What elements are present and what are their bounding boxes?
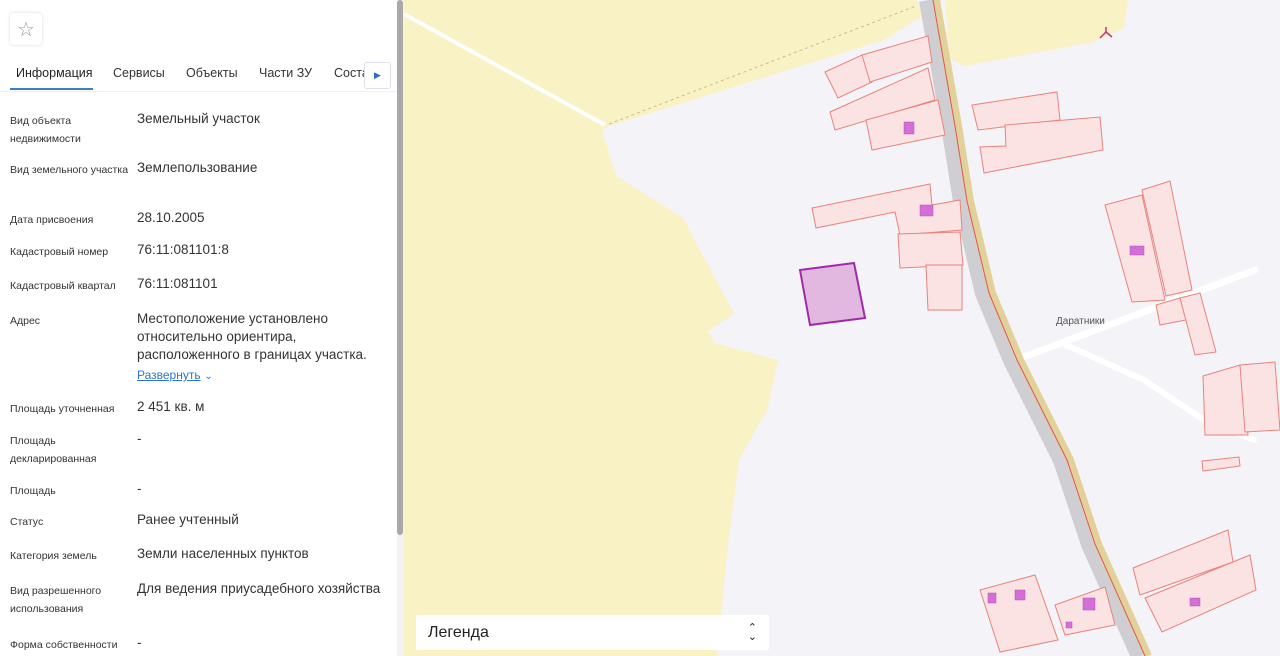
building: [1129, 245, 1145, 256]
tab-objects[interactable]: Объекты: [186, 66, 238, 80]
zone-yellow-top-right: [945, 0, 1128, 66]
info-panel: ☆ Информация Сервисы Объекты Части ЗУ Со…: [0, 0, 397, 656]
chevron-down-icon[interactable]: ⌄: [204, 371, 212, 382]
panel-scrollbar-thumb[interactable]: [397, 0, 403, 535]
map[interactable]: Даратники Легенда ⌃ ⌄: [404, 0, 1280, 656]
tab-info[interactable]: Информация: [16, 66, 93, 80]
map-canvas[interactable]: [404, 0, 1280, 656]
building: [987, 592, 997, 604]
building: [919, 204, 934, 217]
active-tab-indicator: [10, 88, 93, 90]
building: [1014, 589, 1026, 601]
zone-yellow-left: [404, 0, 924, 656]
star-icon: ☆: [17, 18, 35, 41]
parcel[interactable]: [979, 574, 1059, 653]
caret-right-icon: ▶: [374, 70, 381, 80]
building: [1189, 597, 1201, 607]
chevron-up-down-icon: ⌃ ⌄: [747, 621, 757, 643]
building: [1065, 621, 1073, 629]
parcel[interactable]: [925, 264, 963, 311]
favorite-button[interactable]: ☆: [10, 13, 42, 45]
legend-dropdown[interactable]: Легенда ⌃ ⌄: [416, 615, 769, 650]
tab-parts[interactable]: Части ЗУ: [259, 66, 312, 80]
parcel[interactable]: [1201, 456, 1241, 472]
building: [903, 121, 915, 135]
place-label: Даратники: [1056, 316, 1105, 327]
expand-link[interactable]: Развернуть: [137, 368, 201, 382]
building: [1082, 597, 1096, 611]
parcels: [811, 35, 1280, 653]
parcel[interactable]: [811, 183, 963, 236]
parcel[interactable]: [897, 231, 964, 269]
parcel[interactable]: [1054, 586, 1116, 636]
selected-parcel[interactable]: [798, 261, 867, 327]
parcel[interactable]: [1239, 361, 1280, 433]
tabs-scroll-right-button[interactable]: ▶: [364, 62, 391, 89]
tabs-bar: Информация Сервисы Объекты Части ЗУ Сост…: [0, 58, 397, 92]
legend-label: Легенда: [428, 623, 489, 641]
parcel[interactable]: [1179, 292, 1217, 356]
tab-services[interactable]: Сервисы: [113, 66, 165, 80]
